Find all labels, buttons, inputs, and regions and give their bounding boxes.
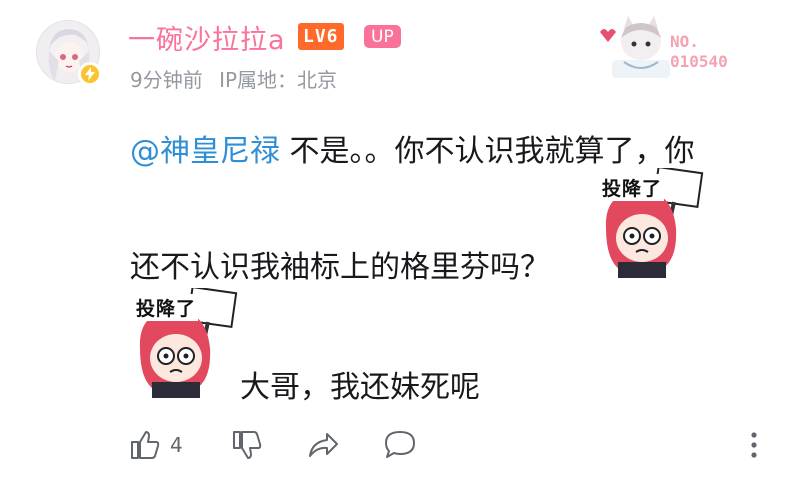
comment-line-3: 大哥，我还妹死呢: [240, 370, 480, 405]
comment-text-1: 不是。。你不认识我就算了，你: [280, 134, 695, 169]
share-button[interactable]: [306, 428, 342, 462]
fan-decoration-card[interactable]: NO. 010540: [594, 10, 774, 82]
reply-button[interactable]: [382, 428, 418, 462]
sticker-1-caption: 投降了: [600, 174, 665, 201]
like-button[interactable]: 4: [128, 428, 183, 462]
comment-line-2: 还不认识我袖标上的格里芬吗？: [130, 250, 550, 285]
username[interactable]: 一碗沙拉拉a: [128, 18, 286, 57]
comment-actions: 4: [128, 428, 778, 466]
decoration-number: NO. 010540: [670, 32, 728, 72]
comment-meta: 9分钟前 IP属地：北京: [130, 64, 337, 93]
comment-time: 9分钟前: [130, 68, 203, 92]
user-avatar[interactable]: [36, 20, 102, 86]
comment-line-1: @神皇尼禄 不是。。你不认识我就算了，你: [130, 126, 695, 170]
decoration-number-text: NO. 010540: [670, 32, 728, 71]
thumbs-down-icon: [233, 431, 262, 459]
more-vertical-icon: [751, 432, 757, 458]
like-count: 4: [170, 433, 183, 457]
verified-badge-icon: [78, 62, 102, 86]
decoration-character-icon: [600, 16, 670, 78]
surrender-sticker-2: 投降了: [130, 285, 240, 400]
level-badge: LV6: [298, 23, 344, 50]
sticker-2-caption: 投降了: [134, 294, 199, 321]
share-icon: [309, 433, 338, 457]
comment-bubble-icon: [385, 431, 415, 458]
thumbs-up-icon: [131, 431, 160, 459]
dislike-button[interactable]: [230, 428, 264, 462]
more-options-button[interactable]: [744, 428, 764, 462]
mention-link[interactable]: @神皇尼禄: [130, 134, 280, 169]
surrender-sticker-1: 投降了: [596, 165, 706, 280]
ip-location: IP属地：北京: [219, 68, 338, 92]
up-badge: UP: [364, 25, 401, 48]
